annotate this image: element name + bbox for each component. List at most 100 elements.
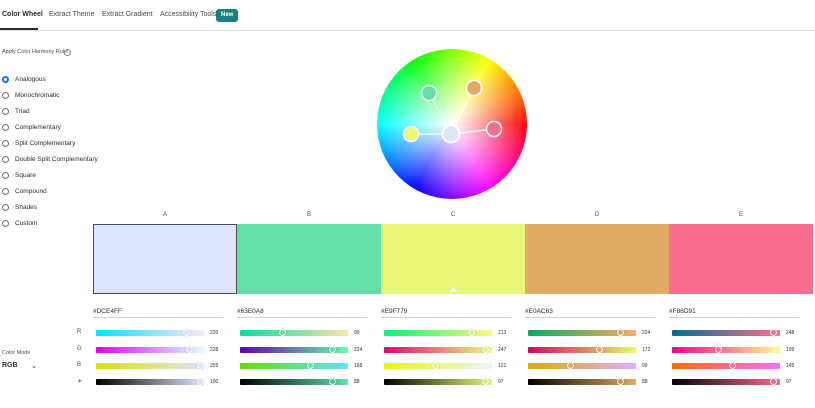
radio-button[interactable]	[2, 187, 9, 195]
blue-value[interactable]: 145	[786, 363, 794, 369]
color-swatch-d[interactable]	[525, 224, 669, 294]
green-value[interactable]: 172	[642, 347, 650, 353]
radio-button[interactable]	[2, 123, 9, 131]
slider-handle[interactable]	[328, 346, 336, 353]
tab-accessibility-tools[interactable]: Accessibility Tools	[160, 11, 216, 18]
green-value[interactable]: 228	[210, 347, 218, 353]
brightness-value[interactable]: 100	[210, 379, 218, 385]
slider-handle[interactable]	[328, 378, 336, 385]
radio-button[interactable]	[2, 75, 9, 83]
red-slider[interactable]	[528, 329, 636, 336]
slider-handle[interactable]	[616, 329, 624, 336]
red-slider[interactable]	[240, 329, 348, 336]
slider-handle[interactable]	[186, 346, 194, 353]
info-icon[interactable]: i	[64, 49, 71, 56]
brightness-slider[interactable]	[240, 378, 348, 385]
harmony-rule-triad[interactable]: Triad	[2, 106, 30, 116]
radio-button[interactable]	[2, 91, 9, 99]
wheel-handle-d[interactable]	[465, 79, 483, 97]
chevron-down-icon[interactable]: ⌄	[31, 362, 37, 370]
slider-handle[interactable]	[596, 346, 604, 353]
harmony-rule-compound[interactable]: Compound	[2, 186, 47, 196]
red-value[interactable]: 248	[786, 330, 794, 336]
slider-handle[interactable]	[769, 378, 777, 385]
color-swatch-e[interactable]	[669, 224, 813, 294]
brightness-slider[interactable]	[528, 378, 636, 385]
harmony-rule-shades[interactable]: Shades	[2, 202, 37, 212]
wheel-handle-b[interactable]	[420, 84, 438, 102]
harmony-rule-monochromatic[interactable]: Monochromatic	[2, 90, 59, 100]
brightness-value[interactable]: 88	[354, 379, 360, 385]
harmony-rule-analogous[interactable]: Analogous	[2, 74, 46, 84]
red-value[interactable]: 224	[642, 330, 650, 336]
blue-slider[interactable]	[240, 362, 348, 369]
slider-handle[interactable]	[306, 362, 314, 369]
harmony-rule-custom[interactable]: Custom	[2, 218, 37, 228]
radio-button[interactable]	[2, 203, 9, 211]
wheel-handle-c[interactable]	[402, 125, 420, 143]
harmony-rule-square[interactable]: Square	[2, 170, 36, 180]
brightness-value[interactable]: 97	[498, 379, 504, 385]
slider-handle[interactable]	[567, 362, 575, 369]
hex-input[interactable]: #F86D91	[669, 308, 799, 318]
green-slider[interactable]	[528, 346, 636, 353]
green-value[interactable]: 109	[786, 347, 794, 353]
wheel-handle-a-base[interactable]	[441, 124, 461, 144]
green-slider[interactable]	[384, 346, 492, 353]
blue-slider[interactable]	[672, 362, 780, 369]
slider-handle[interactable]	[431, 362, 439, 369]
green-slider[interactable]	[240, 346, 348, 353]
color-wheel[interactable]	[377, 49, 527, 199]
tab-extract-gradient[interactable]: Extract Gradient	[102, 11, 153, 18]
harmony-rule-double-split-complementary[interactable]: Double Split Complementary	[2, 154, 98, 164]
green-value[interactable]: 224	[354, 347, 362, 353]
red-value[interactable]: 220	[210, 330, 218, 336]
color-swatch-b[interactable]	[237, 224, 381, 294]
red-slider[interactable]	[384, 329, 492, 336]
radio-button[interactable]	[2, 155, 9, 163]
brightness-slider[interactable]	[96, 378, 204, 385]
hex-input[interactable]: #E9F779	[381, 308, 511, 318]
slider-handle[interactable]	[729, 362, 737, 369]
blue-slider[interactable]	[384, 362, 492, 369]
wheel-handle-e[interactable]	[485, 120, 503, 138]
blue-slider[interactable]	[96, 362, 204, 369]
red-value[interactable]: 213	[498, 330, 506, 336]
slider-handle[interactable]	[279, 329, 287, 336]
slider-handle[interactable]	[616, 378, 624, 385]
slider-handle[interactable]	[481, 378, 489, 385]
slider-handle[interactable]	[183, 329, 191, 336]
blue-value[interactable]: 99	[642, 363, 648, 369]
slider-handle[interactable]	[770, 329, 778, 336]
green-slider[interactable]	[672, 346, 780, 353]
slider-handle[interactable]	[481, 346, 489, 353]
radio-button[interactable]	[2, 171, 9, 179]
brightness-slider[interactable]	[672, 378, 780, 385]
green-slider[interactable]	[96, 346, 204, 353]
hex-input[interactable]: #E0AC63	[525, 308, 655, 318]
slider-handle[interactable]	[197, 378, 204, 385]
color-swatch-a[interactable]	[93, 224, 237, 294]
tab-extract-theme[interactable]: Extract Theme	[49, 11, 94, 18]
hex-input[interactable]: #63E0A8	[237, 308, 367, 318]
slider-handle[interactable]	[197, 362, 204, 369]
blue-value[interactable]: 255	[210, 363, 218, 369]
tab-color-wheel[interactable]: Color Wheel	[2, 11, 43, 18]
red-value[interactable]: 99	[354, 330, 360, 336]
slider-handle[interactable]	[468, 329, 476, 336]
blue-value[interactable]: 121	[498, 363, 506, 369]
radio-button[interactable]	[2, 219, 9, 227]
slider-handle[interactable]	[715, 346, 723, 353]
blue-value[interactable]: 168	[354, 363, 362, 369]
harmony-rule-split-complementary[interactable]: Split Complementary	[2, 138, 75, 148]
blue-slider[interactable]	[528, 362, 636, 369]
radio-button[interactable]	[2, 139, 9, 147]
red-slider[interactable]	[672, 329, 780, 336]
brightness-slider[interactable]	[384, 378, 492, 385]
green-value[interactable]: 247	[498, 347, 506, 353]
brightness-value[interactable]: 97	[786, 379, 792, 385]
color-swatch-c[interactable]	[381, 224, 525, 294]
harmony-rule-complementary[interactable]: Complementary	[2, 122, 61, 132]
brightness-value[interactable]: 88	[642, 379, 648, 385]
hex-input[interactable]: #DCE4FF	[93, 308, 223, 318]
